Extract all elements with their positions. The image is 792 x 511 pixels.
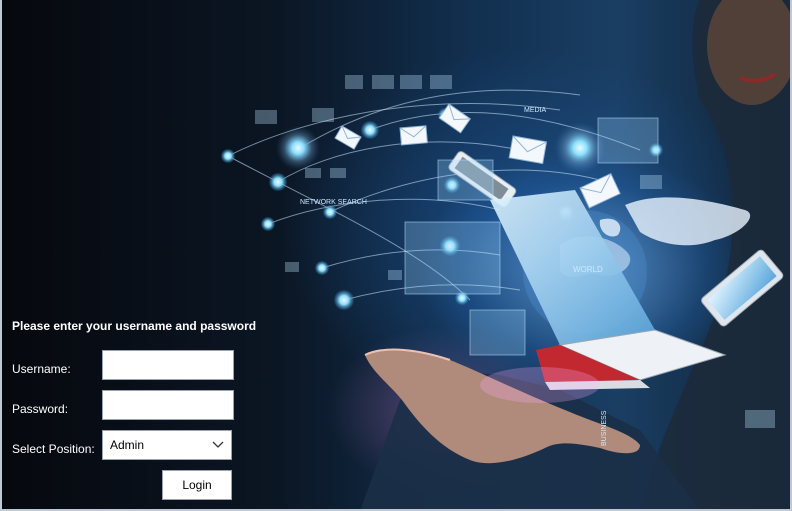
login-heading: Please enter your username and password bbox=[12, 319, 257, 333]
password-label: Password: bbox=[12, 402, 69, 416]
password-input[interactable] bbox=[102, 390, 234, 420]
username-input[interactable] bbox=[102, 350, 234, 380]
position-select-value: Admin bbox=[110, 438, 145, 452]
login-button[interactable]: Login bbox=[162, 470, 232, 500]
chevron-down-icon bbox=[212, 441, 224, 448]
username-label: Username: bbox=[12, 362, 71, 376]
position-label: Select Position: bbox=[12, 442, 95, 456]
position-select[interactable]: Admin bbox=[102, 430, 232, 460]
